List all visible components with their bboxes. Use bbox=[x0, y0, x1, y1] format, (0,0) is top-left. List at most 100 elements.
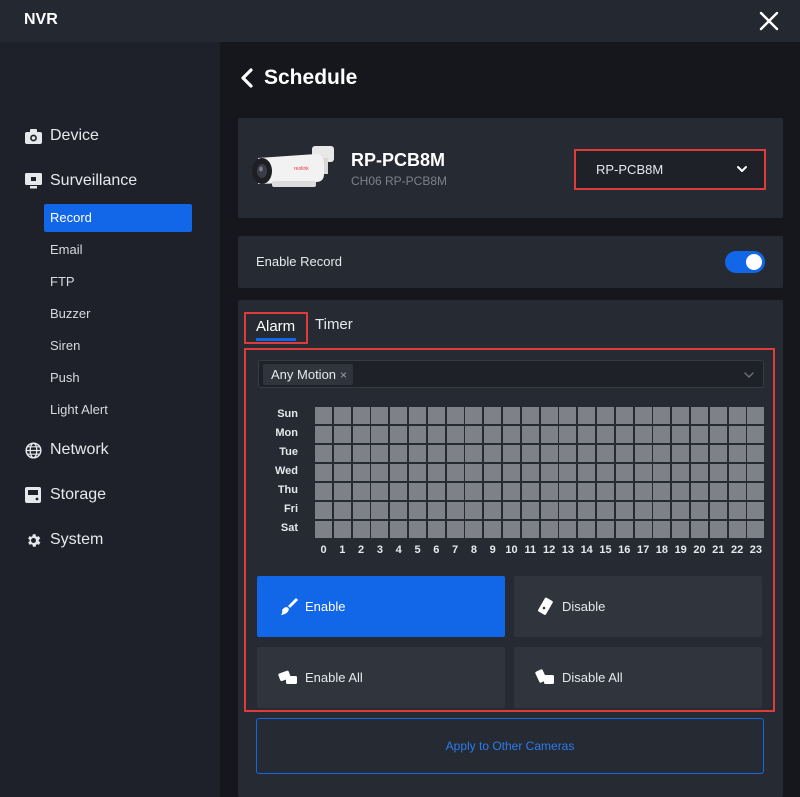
schedule-cell[interactable] bbox=[728, 464, 746, 481]
schedule-cell[interactable] bbox=[465, 464, 483, 481]
schedule-cell[interactable] bbox=[615, 464, 633, 481]
schedule-cell[interactable] bbox=[409, 426, 426, 443]
schedule-cell[interactable] bbox=[465, 483, 483, 500]
schedule-cell[interactable] bbox=[352, 426, 370, 443]
schedule-cell[interactable] bbox=[559, 426, 577, 443]
schedule-cell[interactable] bbox=[465, 407, 483, 424]
schedule-cell[interactable] bbox=[691, 426, 708, 443]
schedule-cell[interactable] bbox=[634, 445, 652, 462]
schedule-cell[interactable] bbox=[540, 445, 558, 462]
enable-all-button[interactable]: Enable All bbox=[257, 647, 505, 708]
schedule-cell[interactable] bbox=[578, 521, 596, 538]
schedule-cell[interactable] bbox=[540, 464, 558, 481]
sidebar-subitem-record[interactable]: Record bbox=[44, 204, 192, 232]
close-icon[interactable] bbox=[756, 8, 782, 34]
schedule-cell[interactable] bbox=[747, 483, 765, 500]
schedule-cell[interactable] bbox=[521, 502, 539, 519]
schedule-cell[interactable] bbox=[540, 407, 558, 424]
disable-button[interactable]: Disable bbox=[514, 576, 762, 637]
schedule-cell[interactable] bbox=[352, 407, 370, 424]
schedule-cell[interactable] bbox=[521, 483, 539, 500]
schedule-cell[interactable] bbox=[409, 483, 426, 500]
schedule-cell[interactable] bbox=[747, 464, 765, 481]
schedule-cell[interactable] bbox=[672, 483, 690, 500]
schedule-cell[interactable] bbox=[315, 483, 332, 500]
schedule-cell[interactable] bbox=[653, 483, 671, 500]
schedule-cell[interactable] bbox=[578, 407, 596, 424]
schedule-cell[interactable] bbox=[484, 426, 502, 443]
schedule-cell[interactable] bbox=[653, 464, 671, 481]
schedule-cell[interactable] bbox=[521, 426, 539, 443]
schedule-cell[interactable] bbox=[672, 426, 690, 443]
schedule-cell[interactable] bbox=[465, 445, 483, 462]
schedule-cell[interactable] bbox=[352, 521, 370, 538]
sidebar-item-storage[interactable]: Storage bbox=[24, 483, 106, 507]
schedule-cell[interactable] bbox=[634, 502, 652, 519]
schedule-cell[interactable] bbox=[521, 407, 539, 424]
schedule-cell[interactable] bbox=[578, 464, 596, 481]
schedule-cell[interactable] bbox=[709, 483, 727, 500]
schedule-cell[interactable] bbox=[427, 502, 445, 519]
schedule-cell[interactable] bbox=[747, 521, 765, 538]
schedule-cell[interactable] bbox=[709, 426, 727, 443]
schedule-cell[interactable] bbox=[634, 426, 652, 443]
schedule-cell[interactable] bbox=[540, 426, 558, 443]
schedule-cell[interactable] bbox=[484, 483, 502, 500]
schedule-cell[interactable] bbox=[653, 426, 671, 443]
schedule-cell[interactable] bbox=[521, 445, 539, 462]
schedule-cell[interactable] bbox=[315, 502, 332, 519]
schedule-cell[interactable] bbox=[390, 464, 408, 481]
schedule-cell[interactable] bbox=[597, 426, 614, 443]
sidebar-item-surveillance[interactable]: Surveillance bbox=[24, 169, 137, 193]
sidebar-subitem-light-alert[interactable]: Light Alert bbox=[44, 396, 192, 424]
schedule-cell[interactable] bbox=[315, 521, 332, 538]
sidebar-subitem-buzzer[interactable]: Buzzer bbox=[44, 300, 192, 328]
schedule-cell[interactable] bbox=[728, 521, 746, 538]
schedule-cell[interactable] bbox=[390, 521, 408, 538]
schedule-cell[interactable] bbox=[728, 407, 746, 424]
schedule-cell[interactable] bbox=[672, 407, 690, 424]
schedule-cell[interactable] bbox=[315, 464, 332, 481]
schedule-cell[interactable] bbox=[503, 426, 520, 443]
schedule-cell[interactable] bbox=[709, 464, 727, 481]
schedule-cell[interactable] bbox=[540, 483, 558, 500]
tab-alarm[interactable]: Alarm bbox=[244, 312, 308, 344]
schedule-cell[interactable] bbox=[653, 407, 671, 424]
schedule-cell[interactable] bbox=[578, 426, 596, 443]
schedule-cell[interactable] bbox=[597, 502, 614, 519]
schedule-cell[interactable] bbox=[427, 445, 445, 462]
schedule-cell[interactable] bbox=[709, 445, 727, 462]
schedule-cell[interactable] bbox=[691, 521, 708, 538]
schedule-cell[interactable] bbox=[503, 483, 520, 500]
schedule-cell[interactable] bbox=[709, 521, 727, 538]
schedule-cell[interactable] bbox=[333, 483, 351, 500]
tab-timer[interactable]: Timer bbox=[315, 316, 353, 333]
schedule-cell[interactable] bbox=[672, 464, 690, 481]
schedule-cell[interactable] bbox=[446, 464, 464, 481]
schedule-cell[interactable] bbox=[371, 483, 389, 500]
schedule-cell[interactable] bbox=[691, 407, 708, 424]
schedule-cell[interactable] bbox=[484, 521, 502, 538]
schedule-cell[interactable] bbox=[615, 483, 633, 500]
schedule-cell[interactable] bbox=[691, 445, 708, 462]
enable-record-toggle[interactable] bbox=[725, 251, 765, 273]
schedule-cell[interactable] bbox=[484, 502, 502, 519]
schedule-cell[interactable] bbox=[559, 464, 577, 481]
schedule-cell[interactable] bbox=[333, 426, 351, 443]
schedule-cell[interactable] bbox=[653, 445, 671, 462]
schedule-cell[interactable] bbox=[615, 426, 633, 443]
sidebar-subitem-ftp[interactable]: FTP bbox=[44, 268, 192, 296]
schedule-cell[interactable] bbox=[484, 464, 502, 481]
schedule-cell[interactable] bbox=[559, 502, 577, 519]
schedule-cell[interactable] bbox=[747, 407, 765, 424]
schedule-cell[interactable] bbox=[597, 464, 614, 481]
schedule-cell[interactable] bbox=[615, 502, 633, 519]
schedule-cell[interactable] bbox=[747, 502, 765, 519]
schedule-cell[interactable] bbox=[352, 445, 370, 462]
schedule-cell[interactable] bbox=[559, 521, 577, 538]
enable-button[interactable]: Enable bbox=[257, 576, 505, 637]
schedule-cell[interactable] bbox=[521, 464, 539, 481]
schedule-cell[interactable] bbox=[446, 483, 464, 500]
schedule-cell[interactable] bbox=[597, 483, 614, 500]
schedule-cell[interactable] bbox=[371, 445, 389, 462]
